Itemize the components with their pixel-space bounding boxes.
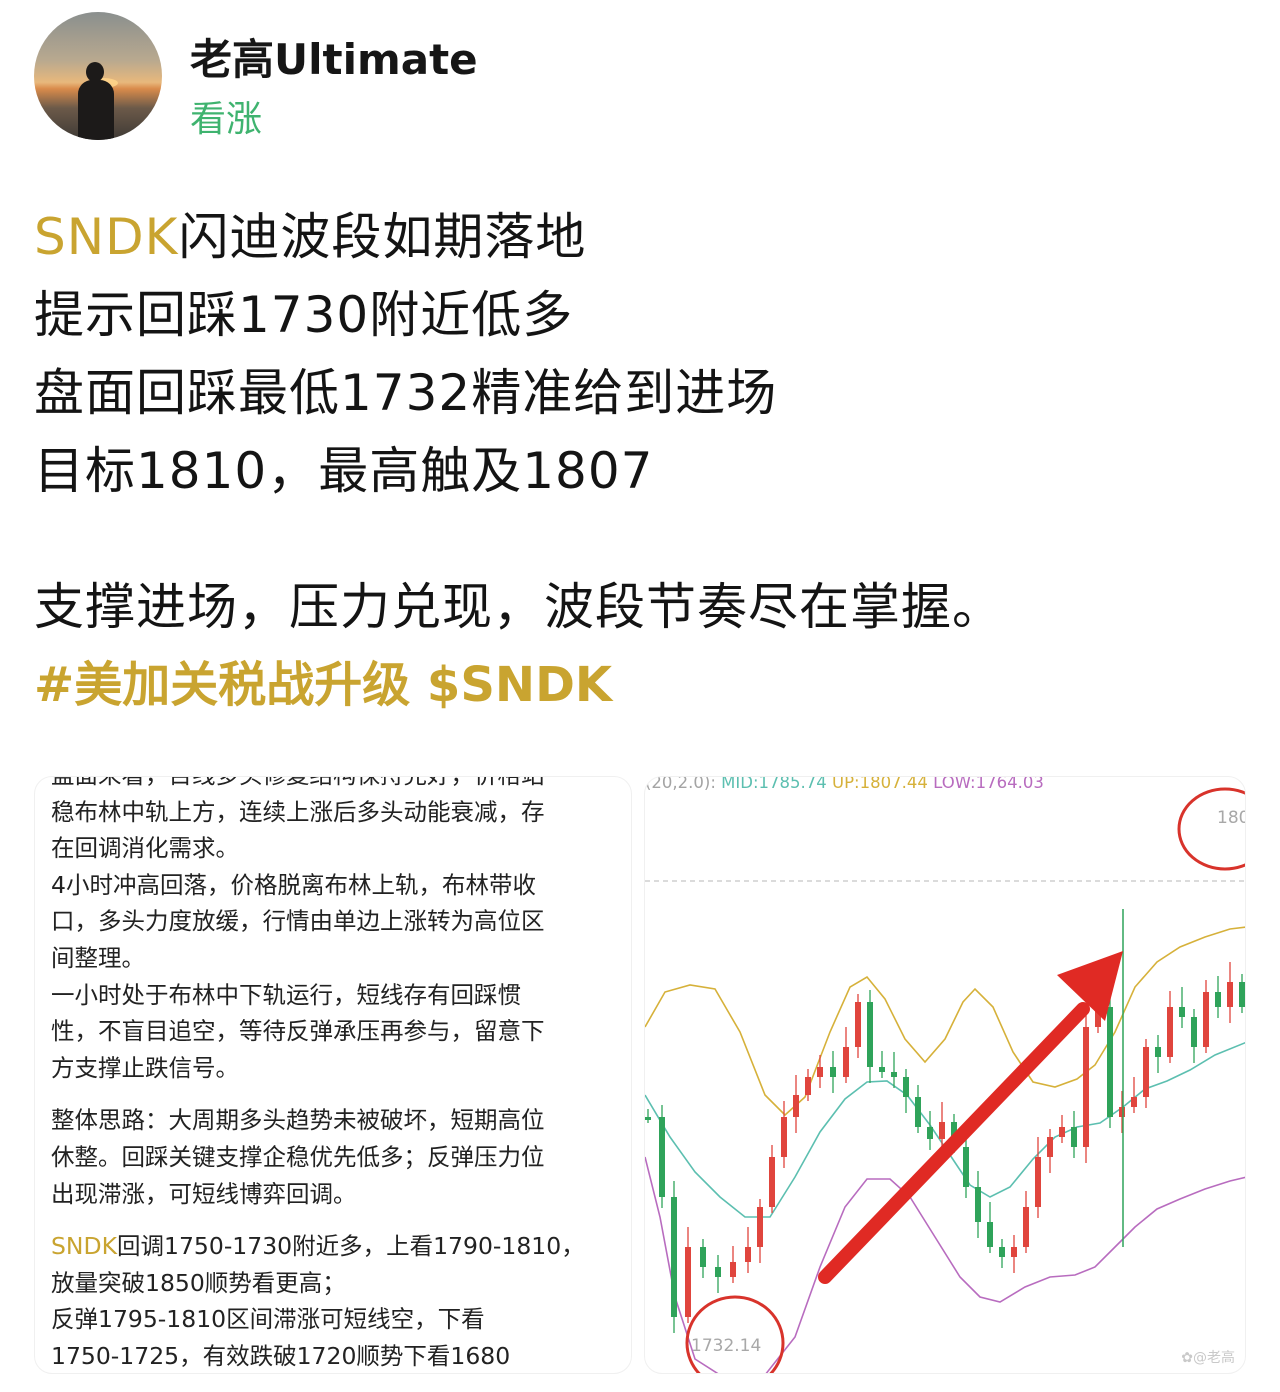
post-line-4: 目标1810，最高触及1807 bbox=[34, 442, 654, 500]
candle-body bbox=[915, 1097, 921, 1127]
analysis-line: 稳布林中轨上方，连续上涨后多头动能衰减，存 bbox=[51, 797, 545, 826]
analysis-line: 性，不盲目追空，等待反弹承压再参与，留意下 bbox=[51, 1017, 545, 1046]
candle-body bbox=[987, 1222, 993, 1247]
analysis-partial-line: 盘面来看，目线多头修复结构保持完好，价格站 bbox=[51, 777, 611, 794]
post-line-2: 提示回踩1730附近低多 bbox=[34, 286, 574, 344]
avatar[interactable] bbox=[34, 12, 162, 140]
candle-body bbox=[963, 1147, 969, 1187]
post-line-1: SNDK闪迪波段如期落地 bbox=[34, 198, 1234, 276]
candle-body bbox=[1047, 1137, 1053, 1157]
analysis-line: 在回调消化需求。 bbox=[51, 834, 239, 863]
candle-body bbox=[1035, 1157, 1041, 1207]
post-line-text: 闪迪波段如期落地 bbox=[178, 208, 587, 266]
analysis-line: 方支撑止跌信号。 bbox=[51, 1053, 239, 1082]
analysis-line: 口，多头力度放缓，行情由单边上涨转为高位区 bbox=[51, 907, 545, 936]
candle-body bbox=[939, 1122, 945, 1139]
high-circle-marker bbox=[1177, 787, 1245, 871]
candle-body bbox=[1215, 992, 1221, 1007]
analysis-text: 盘面来看，目线多头修复结构保持完好，价格站 稳布林中轨上方，连续上涨后多头动能衰… bbox=[51, 777, 611, 1373]
ticker-link[interactable]: SNDK bbox=[34, 208, 178, 266]
strategy-line: 休整。回踩关键支撑企稳优先低多；反弹压力位 bbox=[51, 1142, 545, 1171]
candle-body bbox=[1059, 1127, 1065, 1137]
boll-middle-band bbox=[645, 1041, 1245, 1218]
candlestick-chart: 180 1732.14 bbox=[645, 787, 1246, 1373]
plan-ticker: SNDK bbox=[51, 1232, 118, 1261]
candle-body bbox=[1203, 992, 1209, 1047]
candle-body bbox=[891, 1072, 897, 1077]
candle-body bbox=[1023, 1207, 1029, 1247]
boll-up-value: UP:1807.44 bbox=[832, 776, 928, 792]
analysis-line: 一小时处于布林中下轨运行，短线存有回踩惯 bbox=[51, 980, 521, 1009]
post-line-3: 盘面回踩最低1732精准给到进场 bbox=[34, 364, 778, 422]
plan-line: 1750-1725，有效跌破1720顺势下看1680 bbox=[51, 1341, 511, 1370]
post-tags[interactable]: #美加关税战升级 $SNDK bbox=[34, 646, 1234, 724]
strategy-line: 出现滞涨，可短线博弈回调。 bbox=[51, 1179, 357, 1208]
plan-line: 放量突破1850顺势看更高； bbox=[51, 1268, 346, 1297]
candles bbox=[645, 909, 1245, 1333]
boll-upper-band bbox=[645, 926, 1245, 1117]
candle-body bbox=[745, 1247, 751, 1262]
plan-line: 反弹1795-1810区间滞涨可短线空，下看 bbox=[51, 1305, 485, 1334]
candle-body bbox=[793, 1095, 799, 1117]
candle-body bbox=[855, 1002, 861, 1047]
low-price-label: 1732.14 bbox=[691, 1336, 761, 1356]
candle-body bbox=[1239, 982, 1245, 1007]
candle-body bbox=[715, 1267, 721, 1277]
strategy-line: 整体思路：大周期多头趋势未被破坏，短期高位 bbox=[51, 1106, 545, 1135]
post-images: 盘面来看，目线多头修复结构保持完好，价格站 稳布林中轨上方，连续上涨后多头动能衰… bbox=[34, 776, 1246, 1374]
boll-indicator-bar: (20,2.0): MID:1785.74 UP:1807.44 LOW:176… bbox=[645, 776, 1044, 792]
candle-body bbox=[1083, 1027, 1089, 1147]
plan-line: SNDK回调1750-1730附近多，上看1790-1810， bbox=[51, 1228, 611, 1265]
candle-body bbox=[1227, 982, 1233, 1007]
candle-body bbox=[1011, 1247, 1017, 1257]
candle-body bbox=[1143, 1047, 1149, 1097]
author-name[interactable]: 老高Ultimate bbox=[190, 26, 478, 87]
candle-body bbox=[730, 1262, 736, 1277]
candle-body bbox=[757, 1207, 763, 1247]
candle-body bbox=[903, 1077, 909, 1097]
candle-body bbox=[659, 1117, 665, 1197]
plan-text: 回调1750-1730附近多，上看1790-1810， bbox=[117, 1232, 585, 1261]
watermark: ✿@老高 bbox=[1181, 1350, 1235, 1366]
boll-mid-value: MID:1785.74 bbox=[721, 776, 827, 792]
post-closing: 支撑进场，压力兑现，波段节奏尽在掌握。 bbox=[34, 578, 1003, 636]
candle-body bbox=[830, 1067, 836, 1077]
candle-body bbox=[927, 1127, 933, 1139]
candle-body bbox=[817, 1067, 823, 1077]
candle-body bbox=[1131, 1097, 1137, 1107]
candle-body bbox=[805, 1077, 811, 1095]
candle-body bbox=[700, 1247, 706, 1267]
chart-image[interactable]: 180 1732.14 (20,2.0): MID:1785.74 UP:180… bbox=[644, 776, 1246, 1374]
candle-body bbox=[867, 1002, 873, 1067]
candle-body bbox=[879, 1067, 885, 1072]
silhouette-body bbox=[78, 80, 114, 140]
analysis-line: 间整理。 bbox=[51, 943, 145, 972]
analysis-image[interactable]: 盘面来看，目线多头修复结构保持完好，价格站 稳布林中轨上方，连续上涨后多头动能衰… bbox=[34, 776, 632, 1374]
candle-body bbox=[1155, 1047, 1161, 1057]
candle-body bbox=[1119, 1107, 1125, 1117]
candle-body bbox=[781, 1117, 787, 1157]
candle-body bbox=[1071, 1127, 1077, 1147]
post-header: 老高Ultimate 看涨 bbox=[34, 12, 1234, 142]
candle-body bbox=[1179, 1007, 1185, 1017]
candle-body bbox=[1107, 1007, 1113, 1117]
boll-low-value: LOW:1764.03 bbox=[933, 776, 1044, 792]
sentiment-badge: 看涨 bbox=[190, 99, 263, 140]
candle-body bbox=[975, 1187, 981, 1222]
post-body: SNDK闪迪波段如期落地 提示回踩1730附近低多 盘面回踩最低1732精准给到… bbox=[34, 198, 1234, 724]
candle-body bbox=[1167, 1007, 1173, 1057]
candle-body bbox=[769, 1157, 775, 1207]
candle-body bbox=[645, 1117, 651, 1120]
candle-body bbox=[843, 1047, 849, 1077]
candle-body bbox=[1191, 1017, 1197, 1047]
candle-body bbox=[685, 1247, 691, 1317]
candle-body bbox=[671, 1197, 677, 1317]
candle-body bbox=[999, 1247, 1005, 1257]
analysis-line: 4小时冲高回落，价格脱离布林上轨，布林带收 bbox=[51, 870, 536, 899]
silhouette-head bbox=[86, 62, 104, 82]
high-price-label: 180 bbox=[1217, 808, 1246, 828]
boll-params: (20,2.0): bbox=[645, 776, 716, 792]
